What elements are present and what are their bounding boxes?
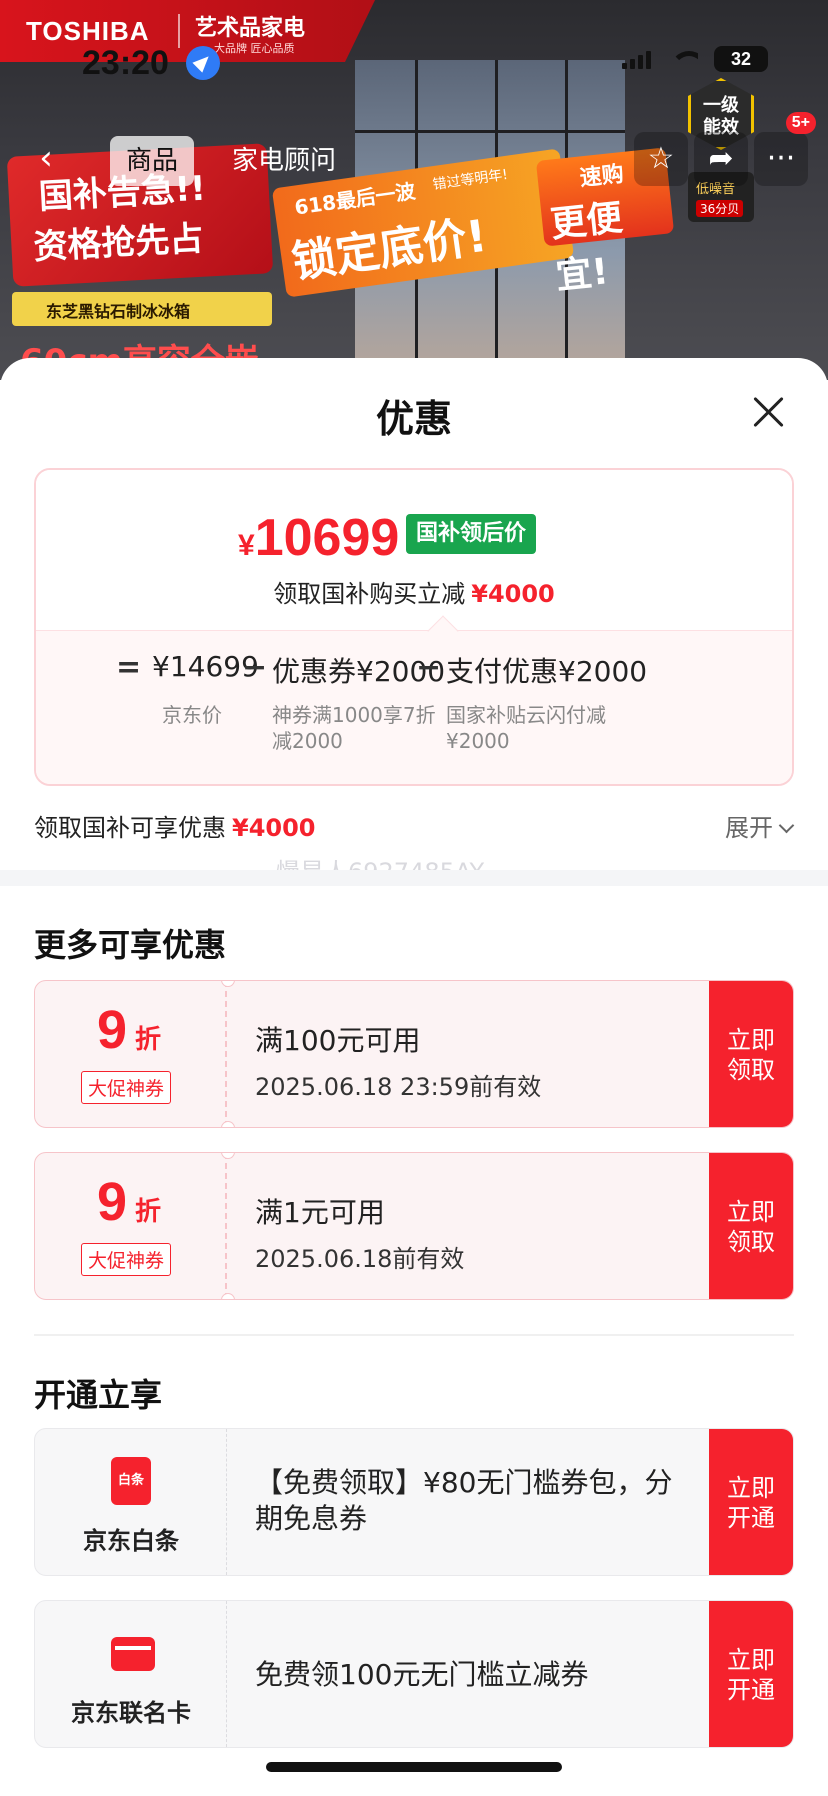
baitiao-icon: 白条 (111, 1457, 151, 1505)
product-background: TOSHIBA 艺术品家电 大品牌 匠心品质 国补告急!! 资格抢先占 东芝黑钻… (0, 0, 828, 380)
service-offer-text: 【免费领取】¥80无门槛券包，分期免息券 (255, 1466, 673, 1535)
close-icon[interactable] (748, 392, 788, 432)
open-button-line2: 开通 (727, 1504, 775, 1532)
coupon-condition: 满1元可用 (255, 1196, 385, 1229)
coupon-card: 9折 大促神券 满1元可用 2025.06.18前有效 立即 领取 (34, 1152, 794, 1300)
coupon-discount-unit: 折 (135, 1024, 162, 1054)
subsidy-reduction-line: 领取国补购买立减 ¥4000 (36, 574, 792, 609)
minus-sign: − (416, 650, 442, 685)
coupon-description: 神券满1000享7折 减2000 (272, 702, 436, 754)
credit-card-icon (111, 1637, 155, 1671)
coupon-discount: 9折 (97, 1171, 161, 1233)
wifi-icon (670, 49, 698, 69)
gov-subsidy-summary-text: 领取国补可享优惠 (34, 814, 226, 842)
equals-sign: = (116, 650, 142, 685)
more-glyph: ··· (766, 141, 796, 176)
message-count-badge: 5+ (785, 112, 816, 134)
brand-banner: TOSHIBA 艺术品家电 大品牌 匠心品质 (0, 0, 375, 62)
service-card-baitiao: 白条 京东白条 【免费领取】¥80无门槛券包，分期免息券 立即 开通 (34, 1428, 794, 1576)
tab-appliance-advisor[interactable]: 家电顾问 (216, 136, 352, 186)
claim-button-line2: 领取 (727, 1228, 775, 1256)
open-button-line2: 开通 (727, 1676, 775, 1704)
back-icon[interactable]: ‹ (20, 132, 72, 188)
claim-coupon-button[interactable]: 立即 领取 (709, 1153, 793, 1299)
more-offers-title: 更多可享优惠 (34, 926, 227, 964)
payment-discount-description: 国家补贴云闪付减 ¥2000 (446, 702, 606, 754)
minus-sign: − (242, 650, 268, 685)
coupon-tag: 大促神券 (81, 1071, 172, 1104)
price-calculation: = ¥14699 京东价 − 优惠券¥2000 神券满1000享7折 减2000… (36, 650, 792, 780)
promo-right-big: 更便宜! (548, 197, 625, 298)
expand-label: 展开 (725, 814, 773, 842)
energy-line1: 一级 (703, 95, 739, 116)
payment-description-line1: 国家补贴云闪付减 (446, 703, 606, 727)
battery-icon: 32 (714, 46, 768, 72)
noise-line2: 36分贝 (696, 200, 744, 217)
payment-description-line2: ¥2000 (446, 729, 510, 753)
chevron-down-icon (778, 817, 795, 834)
more-icon[interactable]: ··· 5+ (754, 112, 816, 186)
coupon-discount: 9折 (97, 999, 161, 1061)
final-price: ¥10699 (238, 508, 399, 568)
discount-sheet: 优惠 ¥10699 国补领后价 领取国补购买立减 ¥4000 = ¥14699 京… (0, 358, 828, 1796)
coupon-condition: 满100元可用 (255, 1024, 421, 1057)
price-breakdown-card: ¥10699 国补领后价 领取国补购买立减 ¥4000 = ¥14699 京东价 … (34, 468, 794, 786)
gov-subsidy-tag: 国补领后价 (406, 514, 537, 554)
final-price-value: 10699 (254, 509, 400, 567)
product-nav-bar: ‹ 商品 家电顾问 ☆ ➦ ··· 5+ (20, 112, 816, 188)
brand-subtitle: 大品牌 匠心品质 (214, 42, 295, 55)
promo-left-line2: 资格抢先占 (32, 218, 205, 268)
open-service-button[interactable]: 立即 开通 (709, 1601, 793, 1747)
coupon-expiry: 2025.06.18前有效 (255, 1245, 465, 1273)
open-button-line1: 立即 (727, 1474, 775, 1502)
brand-tagline: 艺术品家电 (195, 16, 306, 41)
open-button-line1: 立即 (727, 1646, 775, 1674)
section-divider (0, 870, 828, 886)
brand-logo: TOSHIBA (26, 16, 150, 46)
star-icon[interactable]: ☆ (634, 132, 688, 186)
subsidy-reduction-amount: ¥4000 (471, 580, 555, 608)
status-time: 23:20 (82, 44, 169, 82)
cellular-signal-icon (622, 49, 654, 69)
status-indicators: 32 (622, 46, 768, 72)
promo-product-name: 东芝黑钻石制冰冰箱 (12, 292, 272, 326)
service-name: 京东白条 (83, 1527, 179, 1555)
final-price-currency: ¥ (238, 529, 255, 562)
home-indicator (266, 1762, 562, 1772)
claim-button-line2: 领取 (727, 1056, 775, 1084)
claim-coupon-button[interactable]: 立即 领取 (709, 981, 793, 1127)
share-icon[interactable]: ➦ (694, 132, 748, 186)
open-service-button[interactable]: 立即 开通 (709, 1429, 793, 1575)
gov-subsidy-summary: 领取国补可享优惠 ¥4000 (34, 808, 316, 843)
service-card-cobrand-card: 京东联名卡 免费领100元无门槛立减券 立即 开通 (34, 1600, 794, 1748)
sheet-title: 优惠 (375, 397, 452, 441)
payment-discount-amount: 支付优惠¥2000 (446, 655, 648, 688)
service-name: 京东联名卡 (71, 1699, 191, 1727)
divider (34, 1334, 794, 1336)
open-benefits-title: 开通立享 (34, 1376, 163, 1414)
service-offer-text: 免费领100元无门槛立减券 (255, 1658, 589, 1691)
tab-product[interactable]: 商品 (110, 136, 195, 186)
location-arrow-icon (186, 46, 220, 80)
coupon-expiry: 2025.06.18 23:59前有效 (255, 1073, 542, 1101)
coupon-card: 9折 大促神券 满100元可用 2025.06.18 23:59前有效 立即 领… (34, 980, 794, 1128)
claim-button-line1: 立即 (727, 1198, 775, 1226)
expand-button[interactable]: 展开 (725, 808, 795, 843)
coupon-discount-value: 9 (97, 1172, 128, 1232)
coupon-tag: 大促神券 (81, 1243, 172, 1276)
coupon-description-line1: 神券满1000享7折 (272, 703, 436, 727)
subsidy-reduction-text: 领取国补购买立减 (273, 580, 466, 608)
gov-subsidy-summary-amount: ¥4000 (232, 814, 316, 842)
jd-price-label: 京东价 (162, 703, 222, 727)
coupon-discount-unit: 折 (135, 1196, 162, 1226)
coupon-discount-value: 9 (97, 1000, 128, 1060)
coupon-description-line2: 减2000 (272, 729, 343, 753)
claim-button-line1: 立即 (727, 1026, 775, 1054)
